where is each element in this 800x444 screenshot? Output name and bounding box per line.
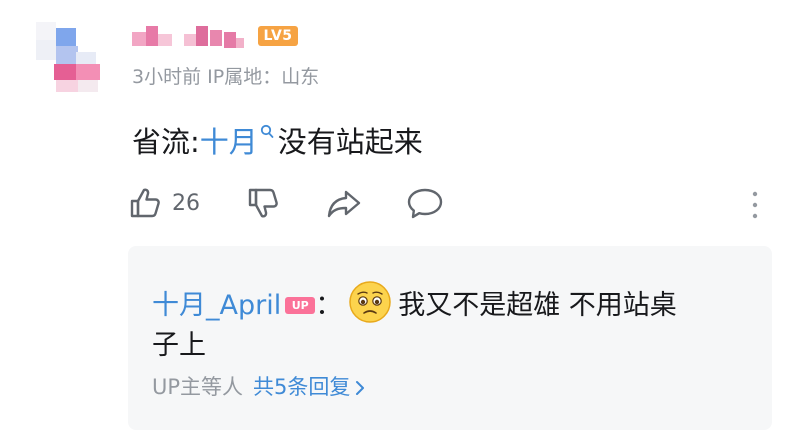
- reply-text-1: 我又不是超雄 不用站桌: [398, 290, 677, 321]
- username[interactable]: [132, 22, 260, 50]
- comment-icon: [407, 188, 443, 219]
- like-count: 26: [172, 190, 200, 216]
- reply-line-2: 子上: [152, 326, 752, 366]
- reply-button[interactable]: [406, 186, 444, 220]
- reply-footer: UP主等人 共5条回复: [152, 372, 366, 402]
- avatar[interactable]: [36, 22, 100, 92]
- ip-location: IP属地：山东: [207, 66, 320, 88]
- thumbs-down-icon: [248, 188, 278, 218]
- pleading-face-emoji: [349, 281, 391, 323]
- comment-time: 3小时前: [132, 66, 202, 88]
- comment-text: 省流:十月 没有站起来: [132, 120, 423, 164]
- level-badge: LV5: [258, 26, 298, 46]
- thumbs-up-icon: [130, 188, 160, 218]
- share-icon: [327, 190, 361, 218]
- like-button[interactable]: 26: [128, 186, 200, 220]
- dislike-button[interactable]: [246, 186, 280, 220]
- reply-author[interactable]: 十月_April: [152, 290, 281, 321]
- reply-text-2: 子上: [152, 330, 206, 361]
- search-link[interactable]: 十月: [200, 125, 258, 159]
- comment-suffix: 没有站起来: [277, 125, 423, 159]
- comment-prefix: 省流:: [132, 125, 200, 159]
- action-bar: 26: [128, 186, 468, 226]
- reply-preview[interactable]: 十月_April UP： 我又不是超雄 不用站桌 子上 UP主等人 共5条回复: [128, 246, 772, 430]
- view-all-replies-link[interactable]: 共5条回复: [253, 375, 366, 399]
- search-icon[interactable]: [260, 124, 274, 142]
- reply-colon: ：: [315, 290, 343, 321]
- reply-total: 共5条回复: [253, 375, 351, 399]
- reply-participants: UP主等人: [152, 375, 244, 399]
- comment-meta: 3小时前 IP属地：山东: [132, 62, 319, 89]
- chevron-right-icon: [356, 381, 365, 395]
- up-badge: UP: [285, 297, 316, 314]
- reply-line-1: 十月_April UP： 我又不是超雄 不用站桌: [152, 280, 752, 326]
- share-button[interactable]: [326, 186, 362, 220]
- more-vertical-icon[interactable]: [748, 188, 762, 222]
